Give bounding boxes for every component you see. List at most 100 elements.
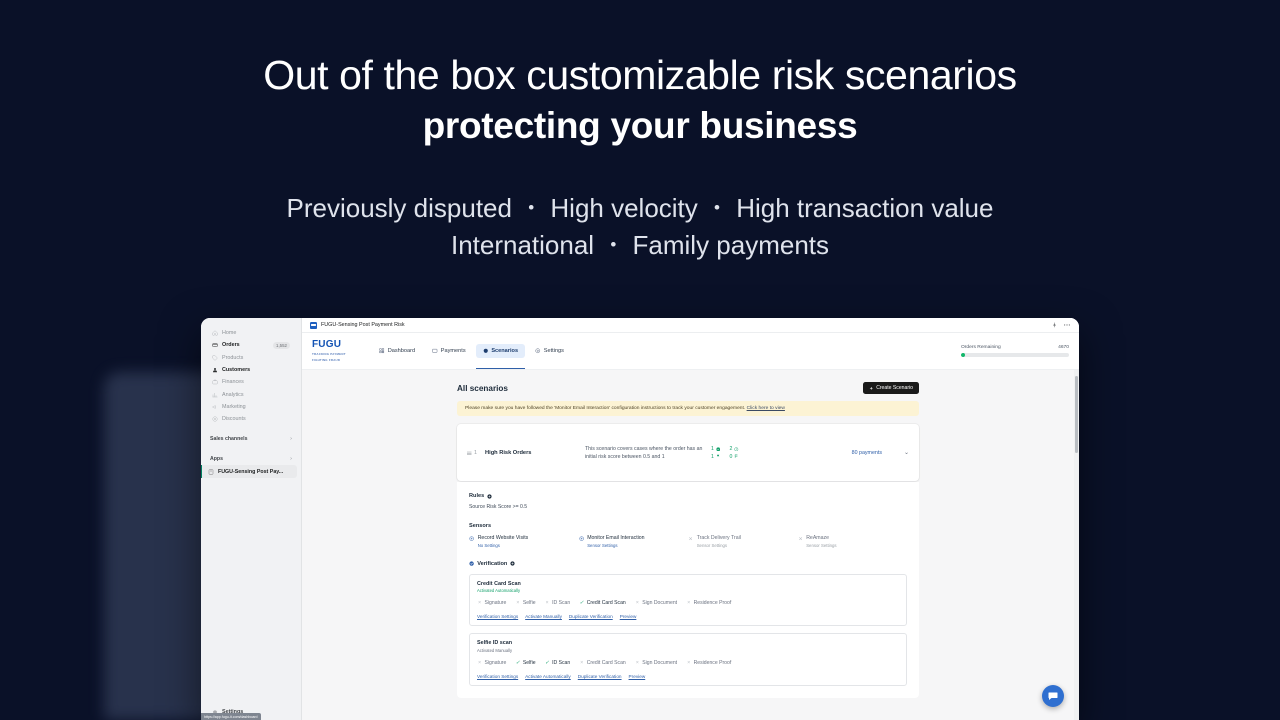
scenario-row[interactable]: 1 High Risk Orders This scenario covers … — [457, 424, 919, 481]
stat-pending: 2 — [729, 446, 738, 452]
clock-circle-icon — [734, 447, 739, 452]
check-circle-icon — [469, 561, 474, 566]
headline-line-2: protecting your business — [0, 105, 1280, 148]
verification-option[interactable]: ×Sign Document — [635, 660, 677, 666]
app-titlebar: FUGU-Sensing Post Payment Risk — [302, 318, 1079, 333]
dashboard-icon — [379, 348, 385, 354]
finances-icon — [212, 379, 218, 385]
verification-option[interactable]: ×Signature — [477, 660, 506, 666]
sidebar-label: Products — [222, 355, 290, 361]
tab-scenarios[interactable]: Scenarios — [476, 344, 525, 358]
verification-option[interactable]: ×Residence Proof — [686, 660, 731, 666]
subtitle-item-3: International — [451, 230, 594, 260]
marketing-icon — [212, 404, 218, 410]
sensor-disabled-icon — [688, 536, 693, 541]
cross-icon: × — [515, 600, 520, 606]
tab-payments[interactable]: Payments — [425, 344, 473, 358]
sensor-item[interactable]: Monitor Email Interaction Sensor Setting… — [579, 535, 689, 548]
check-icon: ✓ — [579, 600, 584, 606]
duplicate-verification-link[interactable]: Duplicate Verification — [578, 674, 622, 679]
more-horizontal-icon[interactable] — [1063, 322, 1071, 328]
sidebar-item-products[interactable]: Products — [205, 352, 297, 364]
sensor-item[interactable]: ReAmaze Sensor Settings — [798, 535, 908, 548]
hero-section: Out of the box customizable risk scenari… — [0, 0, 1280, 264]
chevron-down-icon[interactable]: ⌄ — [904, 449, 909, 456]
chat-widget-button[interactable] — [1042, 685, 1064, 707]
section-label: Sales channels — [210, 436, 248, 442]
tab-label: Settings — [544, 348, 564, 354]
sidebar-item-orders[interactable]: Orders 1,552 — [205, 339, 297, 351]
verification-option[interactable]: ✓Selfie — [515, 660, 535, 666]
verification-option[interactable]: ✓ID Scan — [545, 660, 571, 666]
pin-icon[interactable] — [1051, 322, 1057, 328]
sensors-list: Record Website Visits No Settings Monito… — [469, 535, 907, 548]
sidebar-item-analytics[interactable]: Analytics — [205, 388, 297, 400]
verification-option[interactable]: ×Credit Card Scan — [579, 660, 626, 666]
sidebar-item-marketing[interactable]: Marketing — [205, 401, 297, 413]
home-icon — [212, 330, 218, 336]
flag-icon — [716, 454, 721, 459]
duplicate-verification-link[interactable]: Duplicate Verification — [569, 614, 613, 619]
sensor-enabled-icon — [469, 536, 474, 541]
add-circle-icon[interactable] — [510, 561, 515, 566]
app-tabs: Dashboard Payments Scenarios Settings — [372, 333, 571, 370]
tab-dashboard[interactable]: Dashboard — [372, 344, 422, 358]
tab-label: Scenarios — [491, 348, 518, 354]
sensor-enabled-icon — [579, 536, 584, 541]
sensor-state[interactable]: Sensor Settings — [587, 543, 644, 548]
page-header: All scenarios Create Scenario — [457, 382, 919, 394]
cross-icon: × — [477, 660, 482, 666]
scenario-name: High Risk Orders — [485, 450, 577, 456]
drag-handle-icon[interactable]: 1 — [467, 450, 477, 456]
verification-option[interactable]: ×Residence Proof — [686, 600, 731, 606]
sidebar-item-discounts[interactable]: Discounts — [205, 413, 297, 425]
create-scenario-button[interactable]: Create Scenario — [863, 382, 919, 394]
sidebar-item-finances[interactable]: Finances — [205, 376, 297, 388]
add-circle-icon[interactable] — [487, 494, 492, 499]
preview-link[interactable]: Preview — [620, 614, 637, 619]
scenario-payments-link[interactable]: 80 payments — [852, 450, 882, 456]
preview-link[interactable]: Preview — [629, 674, 646, 679]
verification-heading: Verification — [469, 561, 907, 567]
check-icon: ✓ — [515, 660, 520, 666]
sensor-item[interactable]: Track Delivery Trail Sensor Settings — [688, 535, 798, 548]
cross-icon: × — [635, 660, 640, 666]
cross-icon: × — [635, 600, 640, 606]
quota-value: 4670 — [1058, 345, 1069, 350]
activate-toggle-link[interactable]: Activate Manually — [525, 614, 562, 619]
stat-approved: 1 — [711, 446, 720, 452]
sidebar-label: Orders — [222, 342, 269, 348]
tab-settings[interactable]: Settings — [528, 344, 571, 358]
sensor-item[interactable]: Record Website Visits No Settings — [469, 535, 579, 548]
discounts-icon — [212, 416, 218, 422]
sensor-state: Sensor Settings — [697, 543, 741, 548]
verification-settings-link[interactable]: Verification Settings — [477, 674, 518, 679]
page-title: All scenarios — [457, 384, 508, 393]
vertical-scrollbar[interactable] — [1074, 370, 1079, 720]
rule-item: Source Risk Score >= 0.5 — [469, 504, 907, 510]
sidebar-section-sales-channels[interactable]: Sales channels › — [201, 432, 301, 445]
scrollbar-thumb[interactable] — [1075, 376, 1078, 453]
verification-option[interactable]: ×Sign Document — [635, 600, 677, 606]
activate-toggle-link[interactable]: Activate Automatically — [525, 674, 571, 679]
scenario-index: 1 — [474, 450, 477, 456]
sidebar-section-apps[interactable]: Apps › — [201, 452, 301, 465]
verification-settings-link[interactable]: Verification Settings — [477, 614, 518, 619]
subtitle-item-1: High velocity — [550, 193, 697, 223]
sidebar-app-label: FUGU-Sensing Post Pay... — [218, 469, 283, 475]
verification-option[interactable]: ✓Credit Card Scan — [579, 600, 626, 606]
sidebar-item-home[interactable]: Home — [205, 327, 297, 339]
sensor-name: ReAmaze — [806, 535, 836, 541]
verification-option[interactable]: ×Signature — [477, 600, 506, 606]
sidebar-item-customers[interactable]: Customers — [205, 364, 297, 376]
verification-state: Activated Manually — [477, 648, 899, 653]
scenarios-icon — [483, 348, 489, 354]
scenario-card: 1 High Risk Orders This scenario covers … — [457, 424, 919, 481]
sidebar-item-fugu-app[interactable]: FUGU-Sensing Post Pay... — [201, 465, 297, 478]
create-scenario-label: Create Scenario — [876, 385, 913, 391]
banner-link[interactable]: Click here to view — [747, 406, 785, 411]
verification-option[interactable]: ×ID Scan — [545, 600, 571, 606]
verification-option[interactable]: ×Selfie — [515, 600, 535, 606]
sensor-disabled-icon — [798, 536, 803, 541]
payments-icon — [432, 348, 438, 354]
